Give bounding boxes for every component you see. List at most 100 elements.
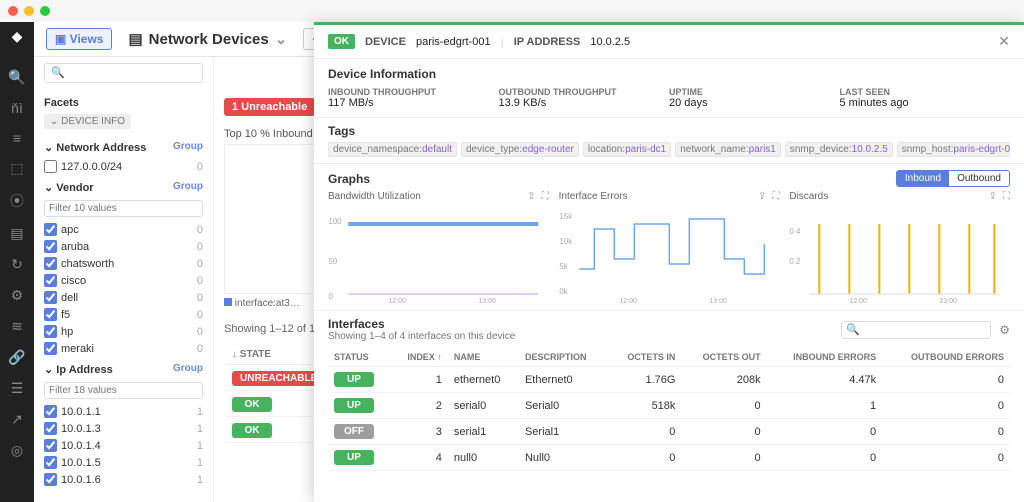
facet-row[interactable]: chatsworth0 xyxy=(44,255,203,272)
facet-checkbox[interactable] xyxy=(44,456,57,469)
target-icon[interactable]: ◎ xyxy=(11,442,23,459)
facet-checkbox[interactable] xyxy=(44,274,57,287)
facet-row[interactable]: 10.0.1.51 xyxy=(44,454,203,471)
chart[interactable]: Bandwidth Utilization ⇪⛶ 10050012:0013:0… xyxy=(328,191,549,304)
col-header[interactable]: OCTETS OUT xyxy=(681,348,766,367)
facet-checkbox[interactable] xyxy=(44,439,57,452)
flow-icon[interactable]: ≋ xyxy=(11,318,23,335)
bars-icon[interactable]: ☰ xyxy=(11,380,24,397)
tag[interactable]: device_namespace:default xyxy=(328,142,457,157)
facet-row[interactable]: apc0 xyxy=(44,221,203,238)
facets-device-info[interactable]: ⌄ DEVICE INFO xyxy=(44,114,131,129)
expand-icon[interactable]: ⛶ xyxy=(1003,191,1010,202)
facet-checkbox[interactable] xyxy=(44,473,57,486)
facet-checkbox[interactable] xyxy=(44,257,57,270)
ip-filter-input[interactable] xyxy=(44,382,203,399)
ci-icon[interactable]: ↻ xyxy=(11,256,23,273)
col-header[interactable]: INBOUND ERRORS xyxy=(767,348,883,367)
facet-checkbox[interactable] xyxy=(44,308,57,321)
info-col: OUTBOUND THROUGHPUT13.9 KB/s xyxy=(499,87,670,109)
svg-text:12:00: 12:00 xyxy=(388,298,406,304)
col-header[interactable]: OCTETS IN xyxy=(608,348,681,367)
expand-icon[interactable]: ⛶ xyxy=(772,191,779,202)
facet-search-input[interactable] xyxy=(44,63,203,83)
col-header[interactable]: DESCRIPTION xyxy=(519,348,608,367)
chart[interactable]: Discards ⇪⛶ 0.40.212:0013:00 xyxy=(789,191,1010,304)
facet-checkbox[interactable] xyxy=(44,223,57,236)
interface-search-input[interactable] xyxy=(841,321,991,339)
tags-heading: Tags xyxy=(328,124,1010,138)
facet-checkbox[interactable] xyxy=(44,422,57,435)
facet-row[interactable]: 10.0.1.11 xyxy=(44,403,203,420)
svg-text:0: 0 xyxy=(328,292,333,301)
devices-icon: ▤ xyxy=(128,30,142,48)
search-icon[interactable]: 🔍 xyxy=(8,69,25,86)
views-button[interactable]: ▣ Views xyxy=(46,28,112,50)
link-icon[interactable]: 🔗 xyxy=(8,349,25,366)
toggle-outbound[interactable]: Outbound xyxy=(949,171,1009,186)
facet-row[interactable]: dell0 xyxy=(44,289,203,306)
tag[interactable]: network_name:paris1 xyxy=(675,142,781,157)
plug-icon[interactable]: ⚙ xyxy=(11,287,24,304)
close-window-icon[interactable] xyxy=(8,6,18,16)
tag[interactable]: device_type:edge-router xyxy=(461,142,579,157)
vendor-filter-input[interactable] xyxy=(44,200,203,217)
facet-ip[interactable]: ⌄ Ip Address Group xyxy=(44,363,203,376)
app-logo-icon[interactable]: ◆ xyxy=(12,28,23,45)
table-row[interactable]: OFF 3serial1Serial1 0000 xyxy=(328,419,1010,445)
facet-vendor[interactable]: ⌄ Vendor Group xyxy=(44,181,203,194)
facet-checkbox[interactable] xyxy=(44,240,57,253)
facet-row[interactable]: 10.0.1.41 xyxy=(44,437,203,454)
facet-network-address[interactable]: ⌄ Network Address Group xyxy=(44,141,203,154)
dashboard-icon[interactable]: ▤ xyxy=(10,225,23,242)
col-header[interactable]: INDEX ↑ xyxy=(391,348,448,367)
facet-row[interactable]: hp0 xyxy=(44,323,203,340)
export-icon[interactable]: ⇪ xyxy=(989,191,997,202)
table-row[interactable]: UP 4null0Null0 0000 xyxy=(328,445,1010,471)
expand-icon[interactable]: ⛶ xyxy=(542,191,549,202)
facet-checkbox[interactable] xyxy=(44,160,57,173)
col-header[interactable]: STATUS xyxy=(328,348,391,367)
chart-title: Interface Errors xyxy=(559,191,628,202)
direction-toggle[interactable]: Inbound Outbound xyxy=(896,170,1010,187)
gear-icon[interactable]: ⚙ xyxy=(999,323,1010,337)
close-icon[interactable]: ✕ xyxy=(998,33,1010,50)
page-title: ▤ Network Devices ⌄ xyxy=(128,30,287,48)
export-icon[interactable]: ⇪ xyxy=(758,191,766,202)
maximize-window-icon[interactable] xyxy=(40,6,50,16)
minimize-window-icon[interactable] xyxy=(24,6,34,16)
tag[interactable]: snmp_host:paris-edgrt-001 xyxy=(897,142,1010,157)
group-link[interactable]: Group xyxy=(173,181,203,192)
group-link[interactable]: Group xyxy=(173,363,203,374)
network-icon[interactable]: ⦿ xyxy=(10,191,24,211)
export-icon[interactable]: ⇪ xyxy=(527,191,535,202)
list-icon[interactable]: ≡ xyxy=(13,130,21,146)
facet-row[interactable]: cisco0 xyxy=(44,272,203,289)
facet-checkbox[interactable] xyxy=(44,325,57,338)
facet-row[interactable]: meraki0 xyxy=(44,340,203,357)
table-row[interactable]: UP 2serial0Serial0 518k010 xyxy=(328,393,1010,419)
infra-icon[interactable]: ňì xyxy=(11,100,23,116)
facet-checkbox[interactable] xyxy=(44,291,57,304)
facet-row[interactable]: aruba0 xyxy=(44,238,203,255)
arrow-icon[interactable]: ↗ xyxy=(11,411,23,428)
col-header[interactable]: NAME xyxy=(448,348,519,367)
facet-row[interactable]: 127.0.0.0/240 xyxy=(44,158,203,175)
facet-row[interactable]: f50 xyxy=(44,306,203,323)
col-header[interactable]: OUTBOUND ERRORS xyxy=(882,348,1010,367)
tag[interactable]: location:paris-dc1 xyxy=(583,142,671,157)
interfaces-showing: Showing 1–4 of 4 interfaces on this devi… xyxy=(328,331,515,342)
apm-icon[interactable]: ⬚ xyxy=(10,160,23,177)
toggle-inbound[interactable]: Inbound xyxy=(897,171,949,186)
chart[interactable]: Interface Errors ⇪⛶ 15k10k5k0k12:0013:00 xyxy=(559,191,780,304)
tag[interactable]: snmp_device:10.0.2.5 xyxy=(785,142,893,157)
facet-row[interactable]: 10.0.1.61 xyxy=(44,471,203,488)
facet-row[interactable]: 10.0.1.31 xyxy=(44,420,203,437)
facet-checkbox[interactable] xyxy=(44,405,57,418)
device-info-heading: Device Information xyxy=(328,67,1010,81)
group-link[interactable]: Group xyxy=(173,141,203,152)
facet-checkbox[interactable] xyxy=(44,342,57,355)
chevron-down-icon[interactable]: ⌄ xyxy=(275,30,288,48)
unreachable-badge[interactable]: 1 Unreachable xyxy=(224,98,315,116)
table-row[interactable]: UP 1ethernet0Ethernet0 1.76G208k4.47k0 xyxy=(328,367,1010,393)
